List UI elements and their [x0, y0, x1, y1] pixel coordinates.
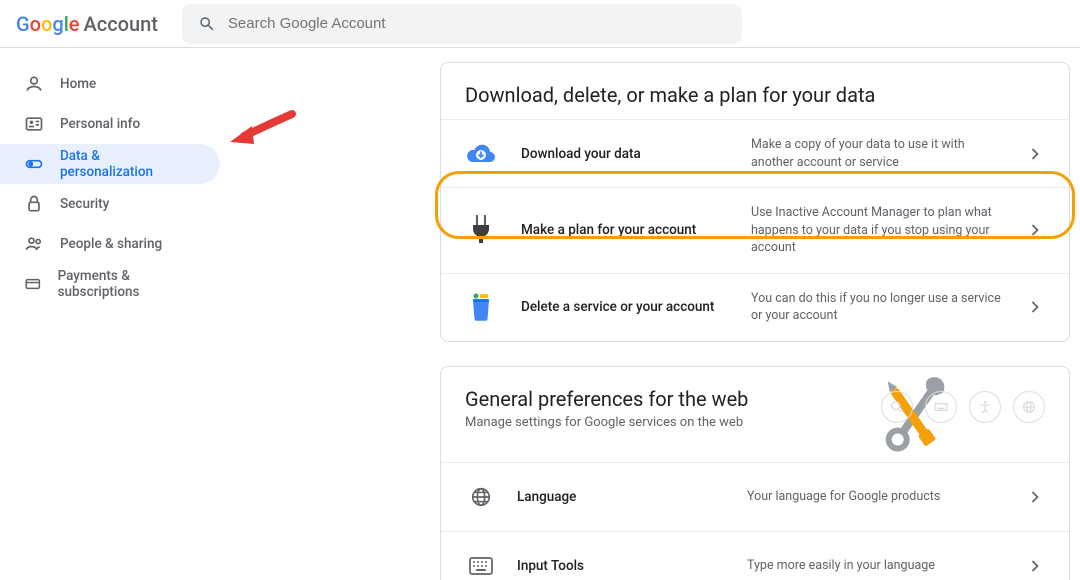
- chevron-right-icon: [1025, 220, 1045, 240]
- toggle-icon: [24, 154, 44, 174]
- row-label: Delete a service or your account: [521, 299, 751, 315]
- row-desc: Use Inactive Account Manager to plan wha…: [751, 204, 1025, 257]
- chevron-right-icon: [1025, 297, 1045, 317]
- row-input-tools[interactable]: Input Tools Type more easily in your lan…: [441, 531, 1069, 580]
- credit-card-icon: [24, 274, 42, 294]
- sidebar-item-payments[interactable]: Payments & subscriptions: [0, 264, 220, 304]
- main-content: Download, delete, or make a plan for you…: [280, 48, 1080, 580]
- sidebar-item-label: People & sharing: [60, 236, 162, 252]
- people-icon: [24, 234, 44, 254]
- row-delete-service[interactable]: Delete a service or your account You can…: [441, 273, 1069, 341]
- row-label: Download your data: [521, 146, 751, 162]
- google-account-logo: Google Account: [16, 12, 158, 36]
- data-plan-card-title: Download, delete, or make a plan for you…: [441, 83, 1069, 111]
- search-box[interactable]: [182, 4, 742, 44]
- trash-icon: [465, 291, 497, 323]
- search-icon: [198, 15, 216, 33]
- chevron-right-icon: [1025, 556, 1045, 576]
- row-language[interactable]: Language Your language for Google produc…: [441, 462, 1069, 531]
- pref-globe-bg-icon: [1013, 391, 1045, 423]
- keyboard-icon: [465, 550, 497, 580]
- sidebar-item-label: Security: [60, 196, 109, 212]
- row-label: Input Tools: [517, 558, 747, 574]
- sidebar-item-people-sharing[interactable]: People & sharing: [0, 224, 220, 264]
- sidebar-item-label: Home: [60, 76, 96, 92]
- lock-icon: [24, 194, 44, 214]
- app-header: Google Account: [0, 0, 1080, 48]
- chevron-right-icon: [1025, 487, 1045, 507]
- chevron-right-icon: [1025, 144, 1045, 164]
- row-download-data[interactable]: Download your data Make a copy of your d…: [441, 119, 1069, 187]
- row-desc: You can do this if you no longer use a s…: [751, 290, 1025, 325]
- row-desc: Your language for Google products: [747, 488, 1025, 506]
- row-label: Make a plan for your account: [521, 222, 751, 238]
- row-desc: Make a copy of your data to use it with …: [751, 136, 1025, 171]
- sidebar-item-personal-info[interactable]: Personal info: [0, 104, 220, 144]
- row-make-a-plan[interactable]: Make a plan for your account Use Inactiv…: [441, 187, 1069, 273]
- sidebar-nav: Home Personal info Data & personalizatio…: [0, 48, 280, 580]
- sidebar-item-label: Data & personalization: [60, 148, 196, 180]
- pref-keyboard-icon: [925, 391, 957, 423]
- sidebar-item-home[interactable]: Home: [0, 64, 220, 104]
- pref-search-icon: [881, 391, 913, 423]
- pref-accessibility-icon: [969, 391, 1001, 423]
- cloud-download-icon: [465, 138, 497, 170]
- search-input[interactable]: [228, 15, 726, 32]
- row-desc: Type more easily in your language: [747, 557, 1025, 575]
- globe-icon: [465, 481, 497, 513]
- logo-account-label: Account: [84, 12, 158, 36]
- sidebar-item-data-personalization[interactable]: Data & personalization: [0, 144, 220, 184]
- plug-icon: [465, 214, 497, 246]
- card-icon: [24, 114, 44, 134]
- data-plan-card: Download, delete, or make a plan for you…: [440, 62, 1070, 342]
- sidebar-item-label: Personal info: [60, 116, 140, 132]
- preferences-card: General preferences for the web Manage s…: [440, 366, 1070, 580]
- home-icon: [24, 74, 44, 94]
- sidebar-item-label: Payments & subscriptions: [58, 268, 196, 300]
- pref-icon-row: [881, 391, 1045, 423]
- sidebar-item-security[interactable]: Security: [0, 184, 220, 224]
- row-label: Language: [517, 489, 747, 505]
